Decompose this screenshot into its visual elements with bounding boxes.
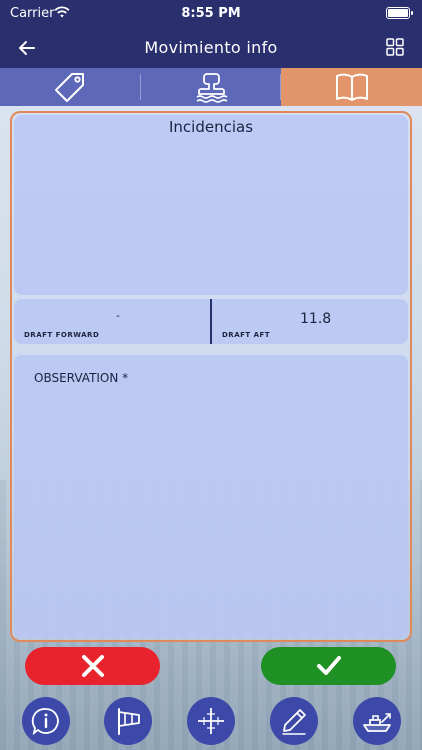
draft-forward-value: -: [116, 309, 120, 322]
page-title: Movimiento info: [144, 38, 278, 57]
battery-icon: [386, 7, 413, 19]
crosshair-icon: [198, 708, 224, 734]
draft-forward-label: DRAFT FORWARD: [24, 331, 100, 339]
status-bar: Carrier 8:55 PM: [0, 0, 422, 28]
confirm-button[interactable]: [261, 647, 396, 685]
clock: 8:55 PM: [181, 6, 241, 21]
cancel-button[interactable]: [25, 647, 160, 685]
incidencias-title: Incidencias: [168, 118, 254, 136]
movement-form: Incidencias - DRAFT FORWARD 11.8 DRAFT A…: [10, 111, 412, 642]
info-button[interactable]: [22, 697, 70, 745]
tab-stamp[interactable]: [141, 68, 282, 106]
windsock-icon: [118, 708, 140, 735]
draft-aft-value: 11.8: [300, 311, 332, 327]
navigation-bar: Movimiento info: [0, 28, 422, 68]
grid-menu-icon[interactable]: [386, 38, 404, 56]
info-icon: [31, 708, 59, 736]
tab-tag[interactable]: [0, 68, 141, 106]
edit-button[interactable]: [270, 697, 318, 745]
draft-aft-field[interactable]: 11.8 DRAFT AFT: [212, 299, 408, 344]
tab-book[interactable]: [281, 68, 422, 106]
tugboat-icon: [363, 713, 391, 732]
pen-icon: [282, 709, 306, 735]
book-icon: [335, 73, 368, 101]
wind-button[interactable]: [104, 697, 152, 745]
draft-forward-field[interactable]: - DRAFT FORWARD: [14, 299, 210, 344]
draft-section: - DRAFT FORWARD 11.8 DRAFT AFT: [14, 299, 408, 344]
tug-button[interactable]: [353, 697, 401, 745]
close-icon: [81, 655, 104, 677]
bottom-toolbar: [0, 694, 422, 750]
tag-icon: [55, 73, 85, 102]
draft-aft-label: DRAFT AFT: [222, 331, 271, 339]
tab-bar: [0, 68, 422, 106]
observation-field[interactable]: OBSERVATION *: [14, 355, 408, 638]
position-button[interactable]: [187, 697, 235, 745]
check-icon: [316, 656, 341, 675]
stamp-icon: [196, 73, 228, 103]
observation-label: OBSERVATION *: [34, 371, 129, 385]
incidencias-section[interactable]: Incidencias: [14, 115, 408, 295]
